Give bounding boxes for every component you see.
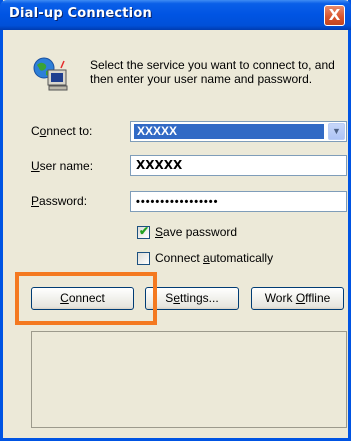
user-name-label: User name:	[31, 159, 94, 173]
user-name-value: XXXXX	[136, 158, 183, 172]
user-name-input[interactable]: XXXXX	[130, 155, 347, 176]
password-input[interactable]: •••••••••••••••••	[130, 191, 347, 212]
connect-automatically-checkbox[interactable]	[137, 252, 150, 265]
checkmark-icon: ✔	[139, 224, 150, 238]
title-bar[interactable]: Dial-up Connection X	[0, 0, 351, 30]
save-password-checkbox[interactable]: ✔	[137, 224, 150, 239]
chevron-down-icon[interactable]: ▼	[328, 123, 345, 140]
close-icon: X	[328, 6, 341, 24]
window-title: Dial-up Connection	[9, 6, 152, 21]
connect-automatically-label: Connect automatically	[155, 251, 274, 265]
settings-button[interactable]: Settings...	[145, 287, 239, 310]
save-password-label: Save password	[155, 225, 238, 239]
dialup-connection-window: Dial-up Connection X Select the service …	[0, 0, 351, 441]
instructions-text: Select the service you want to connect t…	[90, 58, 335, 86]
connect-to-dropdown[interactable]: XXXXX ▼	[130, 121, 347, 142]
work-offline-button[interactable]: Work Offline	[251, 287, 344, 310]
globe-computer-icon	[33, 57, 68, 91]
connect-to-selected-value: XXXXX	[134, 124, 324, 139]
password-label: Password:	[31, 194, 88, 208]
close-button[interactable]: X	[324, 5, 345, 26]
connect-button-highlight	[15, 272, 157, 325]
status-panel	[31, 331, 347, 428]
password-value: •••••••••••••••••	[136, 196, 219, 208]
connect-to-label: Connect to:	[31, 124, 93, 138]
